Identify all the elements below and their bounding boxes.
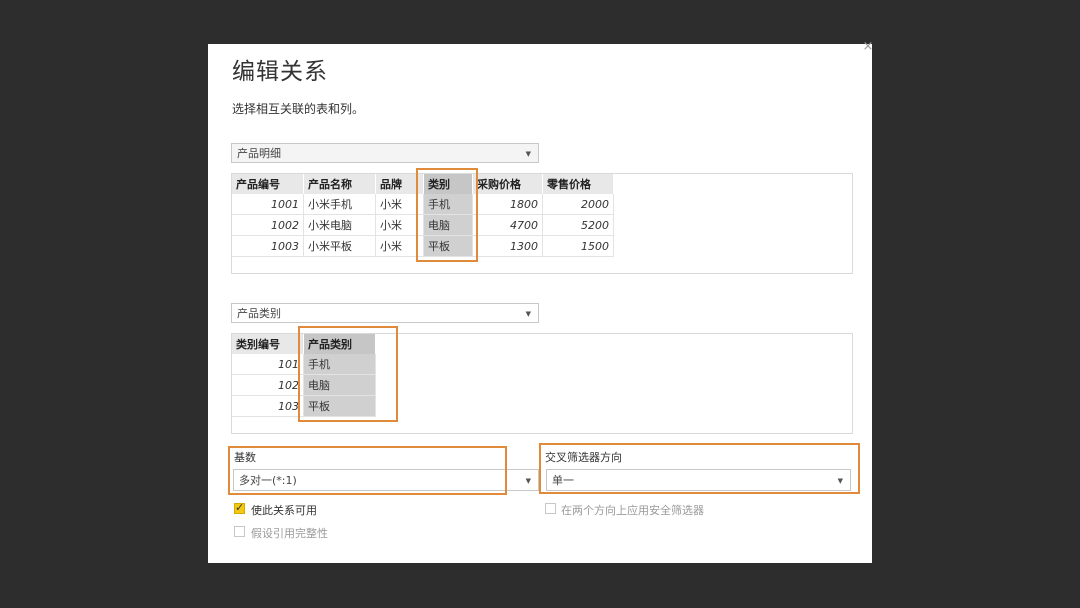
decorative-strip <box>786 561 872 563</box>
table2-select[interactable]: 产品类别 ▼ <box>231 303 539 323</box>
table1-select[interactable]: 产品明细 ▼ <box>231 143 539 163</box>
table-cell: 2000 <box>542 194 614 215</box>
table1-column-highlight <box>416 168 478 262</box>
table1-select-value: 产品明细 <box>237 147 281 160</box>
table-cell: 4700 <box>472 214 543 236</box>
referential-integrity-checkbox[interactable] <box>234 526 245 537</box>
table-cell: 小米电脑 <box>303 214 376 236</box>
dialog-title: 编辑关系 <box>232 59 328 85</box>
table-cell: 1800 <box>472 194 543 215</box>
table-cell: 101 <box>232 354 304 375</box>
chevron-down-icon: ▼ <box>525 150 531 158</box>
dialog-subtitle: 选择相互关联的表和列。 <box>232 102 365 116</box>
cardinality-highlight <box>228 446 507 495</box>
table-cell: 1003 <box>232 235 304 257</box>
table-cell: 1001 <box>232 194 304 215</box>
table-cell: 1500 <box>542 235 614 257</box>
table1-col-header[interactable]: 产品编号 <box>232 174 304 194</box>
cross-filter-highlight <box>539 443 860 494</box>
table1-col-header[interactable]: 采购价格 <box>472 174 543 194</box>
activate-relationship-checkbox[interactable] <box>234 501 245 514</box>
table1-col-header[interactable]: 产品名称 <box>303 174 376 194</box>
table-cell: 1002 <box>232 214 304 236</box>
table1-col-header[interactable]: 零售价格 <box>542 174 614 194</box>
table-cell: 小米平板 <box>303 235 376 257</box>
table-cell: 5200 <box>542 214 614 236</box>
chevron-down-icon: ▼ <box>525 477 531 485</box>
security-filter-checkbox[interactable] <box>545 503 556 514</box>
security-filter-label: 在两个方向上应用安全筛选器 <box>561 504 704 517</box>
table-cell: 小米手机 <box>303 194 376 215</box>
table2-col-header[interactable]: 类别编号 <box>232 334 304 354</box>
close-icon[interactable]: × <box>862 40 874 54</box>
table2-column-highlight <box>298 326 398 422</box>
table2-select-value: 产品类别 <box>237 307 281 320</box>
table-cell: 102 <box>232 374 304 396</box>
activate-relationship-label: 使此关系可用 <box>251 504 317 517</box>
table-cell: 1300 <box>472 235 543 257</box>
chevron-down-icon: ▼ <box>525 310 531 318</box>
table-cell: 103 <box>232 395 304 417</box>
referential-integrity-label: 假设引用完整性 <box>251 527 328 540</box>
